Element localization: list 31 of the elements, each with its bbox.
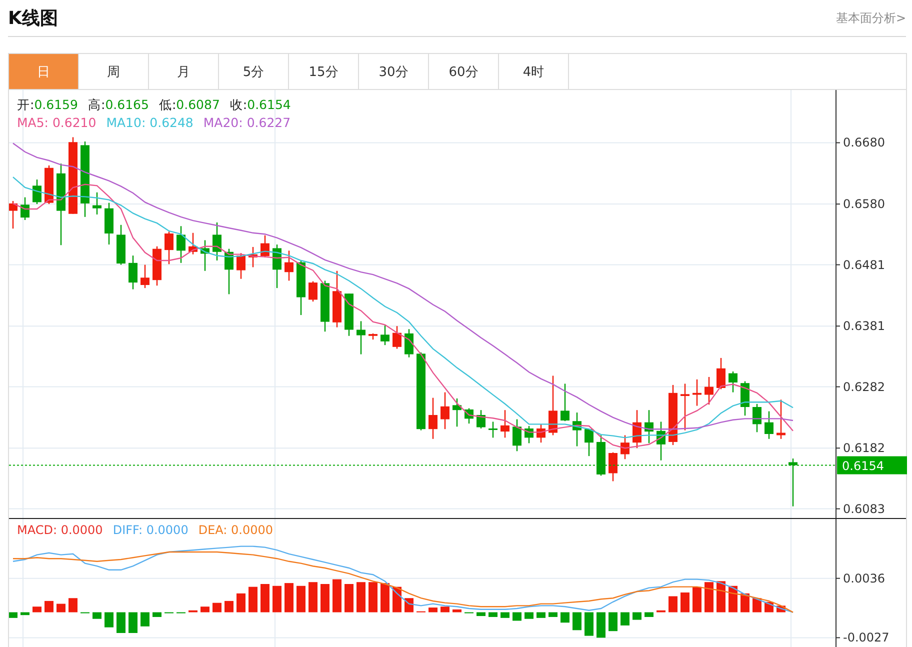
y-tick-label: 0.6680 [843, 136, 885, 150]
ohlc-value: 收:0.6154 [230, 96, 291, 114]
ma-value: MA10: 0.6248 [106, 114, 194, 132]
axis-label: 0.6680 [836, 136, 885, 150]
axis-label: 0.0036 [836, 571, 885, 586]
axis-label: -0.0027 [836, 630, 890, 645]
ma-value: MA5: 0.6210 [17, 114, 96, 132]
axis-label: 0.6182 [836, 441, 885, 456]
macd-value: MACD: 0.0000 [17, 522, 103, 539]
macd-value: DEA: 0.0000 [198, 522, 273, 539]
axis-label: 0.6481 [836, 258, 885, 272]
ref-line-label: 0.6154 [842, 458, 884, 473]
macd-value: DIFF: 0.0000 [112, 522, 188, 539]
axis-label: 0.6381 [836, 319, 885, 334]
y-tick-label: 0.6083 [843, 502, 885, 516]
ma-value: MA20: 0.6227 [203, 114, 291, 132]
current-price-tag: 0.6154 [837, 456, 907, 474]
ohlc-value: 高:0.6165 [88, 96, 149, 114]
y-tick-label: 0.6381 [843, 319, 885, 334]
axis-label: 0.6083 [836, 502, 885, 516]
fundamental-analysis-link[interactable]: 基本面分析> [836, 10, 906, 26]
ohlc-value: 开:0.6159 [17, 96, 78, 114]
y-tick-label: 0.6580 [843, 197, 885, 212]
y-tick-label: 0.0036 [843, 571, 885, 586]
axis-label: 0.6580 [836, 197, 885, 212]
ohlc-value: 低:0.6087 [158, 96, 220, 114]
y-tick-label: 0.6282 [843, 380, 885, 394]
axis-label: 0.6282 [836, 380, 885, 394]
page-title: K线图 [8, 7, 58, 30]
y-tick-label: 0.6481 [843, 258, 885, 272]
y-tick-label: 0.6182 [843, 441, 885, 456]
